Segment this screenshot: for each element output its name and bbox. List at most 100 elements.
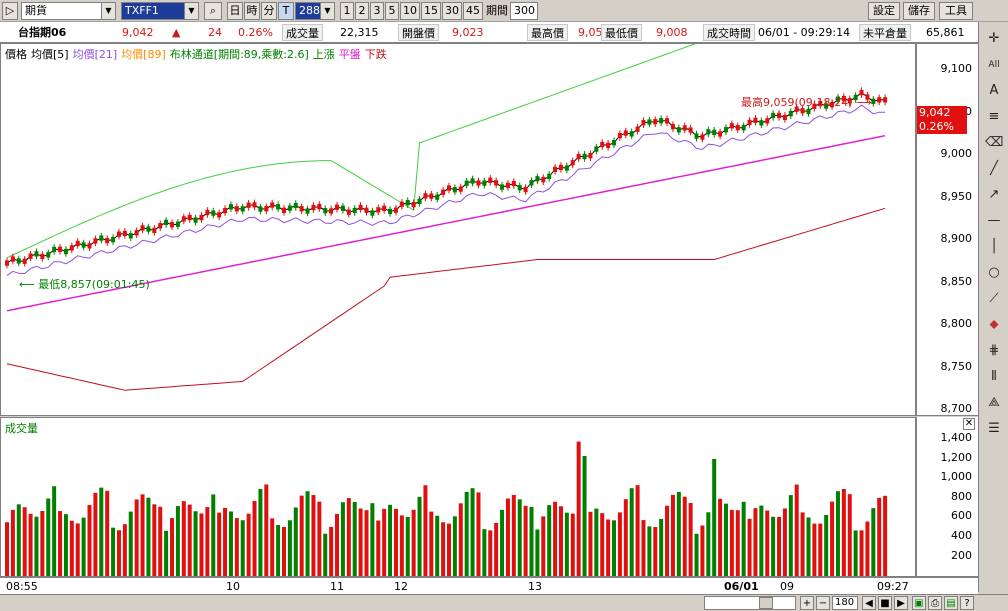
search-icon[interactable]: ⌕ [204,2,222,20]
zoom-input[interactable]: 180 [832,596,858,610]
image-icon[interactable]: ▤ [944,596,958,610]
scroll-track[interactable] [704,596,796,610]
candle-body [694,133,699,139]
last-price-tag-value: 9,042 [919,106,951,119]
scroll-right-icon[interactable]: ▶ [894,596,908,610]
minute-30-button[interactable]: 30 [442,2,462,20]
tick-count-select[interactable]: 288 ▼ [295,2,335,20]
play-icon[interactable]: ▷ [2,2,18,20]
volume-bar [158,506,163,576]
volume-chart[interactable]: 成交量 [0,417,916,577]
price-change-pct: 0.26% [238,26,273,39]
volume-bar [576,441,581,576]
market-select[interactable]: 期貨 ▼ [21,2,116,20]
symbol-select[interactable]: TXFF1 ▼ [121,2,199,20]
price-change: 24 [208,26,222,39]
candle-body [423,193,428,199]
minute-5-button[interactable]: 5 [385,2,399,20]
all-icon[interactable]: All [985,56,1003,74]
fan-tool-icon[interactable]: ⟋ [985,290,1003,308]
scroll-left-icon[interactable]: ◀ [862,596,876,610]
vline-tool-icon[interactable]: │ [985,238,1003,256]
circle-tool-icon[interactable]: ○ [985,264,1003,282]
candle-body [252,202,257,208]
volume-tick: 200 [951,548,972,562]
candle-body [287,205,292,211]
channel-tool-icon[interactable]: ⫴ [985,368,1003,386]
volume-bar [812,523,817,576]
volume-bar [606,519,611,576]
volume-bar [352,501,357,576]
candle-body [28,253,33,259]
print-icon[interactable]: ⎙ [928,596,942,610]
save-button[interactable]: 儲存 [903,2,935,20]
settings-button[interactable]: 設定 [868,2,900,20]
volume-bar [447,523,451,576]
levels-tool-icon[interactable]: ☰ [985,420,1003,438]
crosshair-icon[interactable]: ✛ [985,30,1003,48]
volume-bar [40,510,45,576]
chevron-down-icon[interactable]: ▼ [320,3,334,19]
help-icon[interactable]: ? [960,596,974,610]
minute-10-button[interactable]: 10 [400,2,420,20]
marker-tool-icon[interactable]: ⬥ [985,316,1003,334]
candle-body [75,240,80,247]
chevron-down-icon[interactable]: ▼ [101,3,115,19]
time-label: 成交時間 [703,24,755,41]
zoom-in-icon[interactable]: + [800,596,814,610]
chevron-down-icon[interactable]: ▼ [184,3,198,19]
ma5-line [6,91,886,264]
minute-15-button[interactable]: 15 [421,2,441,20]
period-tick-button[interactable]: T [278,2,294,20]
period-hour-button[interactable]: 時 [244,2,260,20]
close-icon[interactable]: ✕ [963,418,975,430]
candle-body [723,127,728,133]
scroll-stop-icon[interactable]: ■ [878,596,892,610]
candle-body [293,202,298,209]
candle-body [570,160,575,166]
candle-body [81,242,86,248]
minute-3-button[interactable]: 3 [370,2,384,20]
gann-tool-icon[interactable]: ⟁ [985,394,1003,412]
price-chart[interactable]: 價格 均價[5] 均價[21] 均價[89] 布林通道[期間:89,乘數:2.6] 上漲平… [0,43,916,416]
text-tool-icon[interactable]: A [985,82,1003,100]
eraser-icon[interactable]: ⌫ [985,134,1003,152]
candle-body [576,153,581,160]
volume-bar [258,489,263,576]
volume-bar [594,508,599,576]
volume-bar [116,530,121,576]
candle-body [393,207,398,213]
period-count-input[interactable]: 300 [510,2,538,20]
lines-icon[interactable]: ≡ [985,108,1003,126]
minute-1-button[interactable]: 1 [340,2,354,20]
volume-bar [588,511,593,576]
line-tool-icon[interactable]: ╱ [985,160,1003,178]
volume-bar [441,522,446,576]
candle-body [388,208,393,215]
volume-bar [69,520,74,576]
legend-flat: 平盤 [338,48,361,61]
volume-bar [853,530,858,576]
period-minute-button[interactable]: 分 [261,2,277,20]
time-label-5: 06/01 [724,580,759,593]
export-icon[interactable]: ▣ [912,596,926,610]
minute-45-button[interactable]: 45 [463,2,483,20]
volume-bar [623,499,628,576]
candle-body [417,198,422,204]
volume-bar [382,508,387,576]
volume-bar [859,530,864,576]
minute-2-button[interactable]: 2 [355,2,369,20]
zoom-out-icon[interactable]: − [816,596,830,610]
arrow-tool-icon[interactable]: ↗ [985,186,1003,204]
volume-value: 22,315 [340,26,379,39]
price-tick: 9,100 [940,62,973,75]
candle-body [264,206,269,212]
scroll-thumb[interactable] [759,597,773,609]
volume-bar [582,456,587,576]
period-day-button[interactable]: 日 [227,2,243,20]
fibonacci-icon[interactable]: ⋕ [985,342,1003,360]
volume-bar [122,524,127,576]
price-tick: 8,900 [940,232,973,245]
hline-tool-icon[interactable]: — [985,212,1003,230]
tools-button[interactable]: 工具 [939,2,973,20]
